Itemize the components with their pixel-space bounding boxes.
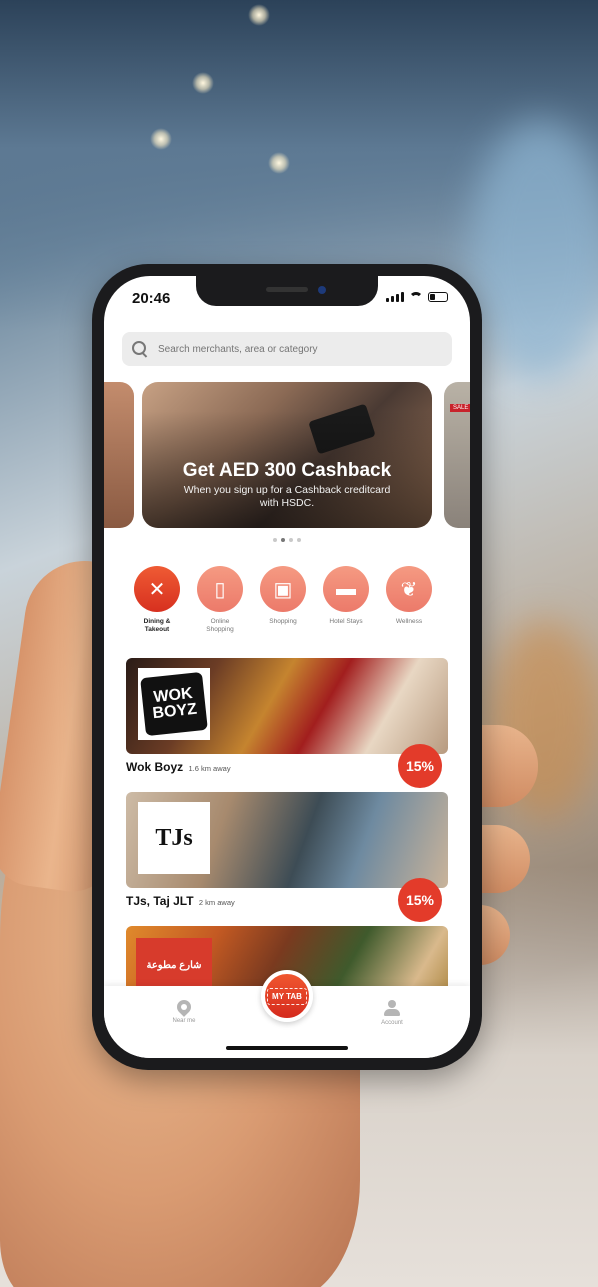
phone-frame: 20:46 Get AED 300 Cashback When you sign… bbox=[92, 264, 482, 1070]
carousel-dot-active[interactable] bbox=[281, 538, 285, 542]
status-time: 20:46 bbox=[132, 290, 171, 307]
carousel-dot[interactable] bbox=[273, 538, 277, 542]
ceiling-light bbox=[248, 4, 270, 26]
home-indicator bbox=[226, 1046, 348, 1050]
lotus-icon: ❦ bbox=[386, 566, 432, 612]
ceiling-light bbox=[150, 128, 172, 150]
status-icons bbox=[386, 292, 448, 302]
sale-tag: SALE bbox=[450, 404, 470, 412]
merchant-name: TJs, Taj JLT bbox=[126, 894, 194, 908]
carousel-dot[interactable] bbox=[289, 538, 293, 542]
category-label: Dining & Takeout bbox=[143, 618, 171, 633]
my-tab-label: MY TAB bbox=[267, 987, 307, 1005]
discount-badge: 15% bbox=[398, 744, 442, 788]
merchant-card-wok-boyz[interactable]: WOK BOYZ 15% Wok Boyz 1.6 km away bbox=[126, 658, 448, 788]
shopping-bag-icon: ▣ bbox=[260, 566, 306, 612]
category-dining[interactable]: ✕ Dining & Takeout bbox=[134, 566, 180, 634]
category-hotel-stays[interactable]: ▬ Hotel Stays bbox=[323, 566, 369, 634]
banner-slide-prev[interactable] bbox=[104, 382, 134, 528]
window-glow bbox=[470, 120, 598, 380]
wifi-icon bbox=[409, 292, 423, 302]
category-label: Online Shopping bbox=[206, 618, 234, 633]
merchant-logo-text: TJs bbox=[155, 824, 193, 851]
user-icon bbox=[384, 1000, 400, 1016]
fork-knife-icon: ✕ bbox=[134, 566, 180, 612]
bottom-nav: Near me MY TAB Account bbox=[104, 970, 470, 1058]
merchant-card-tjs[interactable]: TJs 15% TJs, Taj JLT 2 km away bbox=[126, 792, 448, 922]
discount-badge: 15% bbox=[398, 878, 442, 922]
battery-icon bbox=[428, 292, 448, 302]
category-label: Hotel Stays bbox=[329, 618, 363, 625]
category-label: Shopping bbox=[269, 618, 297, 625]
banner-slide-current[interactable]: Get AED 300 Cashback When you sign up fo… bbox=[142, 382, 432, 528]
merchant-logo: شارع مطوعة bbox=[136, 938, 212, 992]
category-row: ✕ Dining & Takeout ▯ Online Shopping ▣ S… bbox=[134, 566, 470, 634]
nav-near-me[interactable]: Near me bbox=[154, 997, 214, 1024]
banner-title: Get AED 300 Cashback bbox=[182, 460, 392, 481]
search-icon bbox=[132, 341, 148, 357]
merchant-image: WOK BOYZ bbox=[126, 658, 448, 754]
category-wellness[interactable]: ❦ Wellness bbox=[386, 566, 432, 634]
merchant-logo-text: شارع مطوعة bbox=[146, 959, 202, 971]
bed-icon: ▬ bbox=[323, 566, 369, 612]
merchant-logo-text: WOK BOYZ bbox=[140, 671, 208, 737]
camera-icon bbox=[318, 286, 326, 294]
merchant-distance: 2 km away bbox=[198, 898, 235, 907]
merchant-image: TJs bbox=[126, 792, 448, 888]
my-tab-button[interactable]: MY TAB bbox=[261, 970, 313, 1022]
merchant-name: Wok Boyz bbox=[126, 760, 184, 774]
carousel-dots[interactable] bbox=[104, 538, 470, 542]
carousel-dot[interactable] bbox=[297, 538, 301, 542]
search-input[interactable] bbox=[158, 343, 438, 355]
speaker bbox=[266, 287, 308, 292]
banner-subtitle: When you sign up for a Cashback creditca… bbox=[183, 484, 391, 509]
mobile-shop-icon: ▯ bbox=[197, 566, 243, 612]
banner-slide-next[interactable]: SALE bbox=[444, 382, 470, 528]
category-label: Wellness bbox=[395, 618, 423, 625]
category-online-shopping[interactable]: ▯ Online Shopping bbox=[197, 566, 243, 634]
merchant-logo: TJs bbox=[138, 802, 210, 874]
nav-account[interactable]: Account bbox=[362, 1000, 422, 1026]
merchant-distance: 1.6 km away bbox=[188, 764, 231, 773]
ceiling-light bbox=[192, 72, 214, 94]
nav-label: Near me bbox=[172, 1018, 196, 1024]
search-bar[interactable] bbox=[122, 332, 452, 366]
ceiling-light bbox=[268, 152, 290, 174]
banner-carousel[interactable]: Get AED 300 Cashback When you sign up fo… bbox=[104, 382, 470, 528]
notch bbox=[196, 276, 378, 306]
app-screen: 20:46 Get AED 300 Cashback When you sign… bbox=[104, 276, 470, 1058]
merchant-logo: WOK BOYZ bbox=[138, 668, 210, 740]
nav-label: Account bbox=[381, 1020, 403, 1026]
signal-icon bbox=[386, 292, 404, 302]
category-shopping[interactable]: ▣ Shopping bbox=[260, 566, 306, 634]
location-pin-icon bbox=[174, 997, 194, 1017]
